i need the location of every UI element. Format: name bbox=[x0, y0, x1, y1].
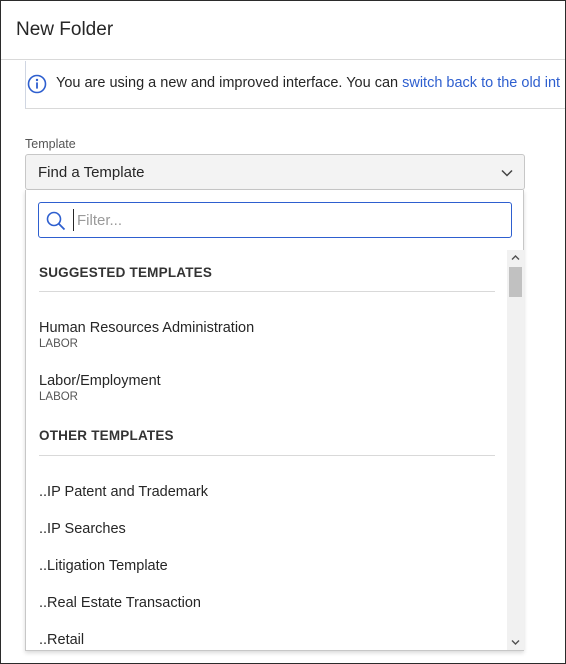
template-item-name: ..IP Searches bbox=[39, 521, 126, 537]
template-item-real-estate-transaction[interactable]: ..Real Estate Transaction bbox=[39, 595, 499, 612]
template-item-name: ..Retail bbox=[39, 632, 85, 648]
template-item-category: LABOR bbox=[39, 338, 78, 350]
template-item-litigation-template[interactable]: ..Litigation Template bbox=[39, 558, 499, 575]
scroll-up-arrow-icon[interactable] bbox=[507, 250, 524, 266]
section-divider bbox=[39, 291, 495, 292]
info-text: You are using a new and improved interfa… bbox=[56, 75, 560, 91]
template-item-labor-employment[interactable]: Labor/Employment LABOR bbox=[39, 373, 499, 404]
list-scrollbar[interactable] bbox=[507, 250, 524, 650]
template-select[interactable]: Find a Template bbox=[25, 154, 525, 190]
suggested-templates-heading: SUGGESTED TEMPLATES bbox=[39, 265, 213, 280]
template-item-human-resources-administration[interactable]: Human Resources Administration LABOR bbox=[39, 320, 499, 351]
template-dropdown: SUGGESTED TEMPLATES Human Resources Admi… bbox=[25, 190, 524, 651]
scrollbar-thumb[interactable] bbox=[509, 267, 522, 297]
template-item-ip-patent-and-trademark[interactable]: ..IP Patent and Trademark bbox=[39, 484, 499, 501]
template-item-name: ..Litigation Template bbox=[39, 558, 168, 574]
info-banner: You are using a new and improved interfa… bbox=[25, 61, 565, 109]
template-label: Template bbox=[25, 137, 76, 151]
section-divider bbox=[39, 455, 495, 456]
chevron-down-icon bbox=[501, 169, 513, 177]
template-list: SUGGESTED TEMPLATES Human Resources Admi… bbox=[26, 250, 506, 651]
new-folder-dialog: New Folder You are using a new and impro… bbox=[0, 0, 566, 664]
dialog-header: New Folder bbox=[1, 1, 565, 60]
info-icon bbox=[27, 74, 47, 94]
info-message: You are using a new and improved interfa… bbox=[56, 75, 403, 91]
template-select-value: Find a Template bbox=[38, 164, 145, 181]
template-item-name: ..Real Estate Transaction bbox=[39, 595, 201, 611]
filter-input[interactable] bbox=[73, 209, 503, 231]
scroll-down-arrow-icon[interactable] bbox=[507, 634, 524, 650]
template-item-retail[interactable]: ..Retail bbox=[39, 632, 499, 649]
switch-back-link[interactable]: switch back to the old int bbox=[402, 75, 560, 91]
dialog-title: New Folder bbox=[16, 19, 114, 40]
template-item-name: Labor/Employment bbox=[39, 373, 161, 389]
filter-box[interactable] bbox=[38, 202, 512, 238]
other-templates-heading: OTHER TEMPLATES bbox=[39, 428, 174, 443]
template-item-category: LABOR bbox=[39, 391, 78, 403]
search-icon bbox=[46, 211, 66, 231]
template-item-name: Human Resources Administration bbox=[39, 320, 255, 336]
template-item-name: ..IP Patent and Trademark bbox=[39, 484, 208, 500]
template-item-ip-searches[interactable]: ..IP Searches bbox=[39, 521, 499, 538]
